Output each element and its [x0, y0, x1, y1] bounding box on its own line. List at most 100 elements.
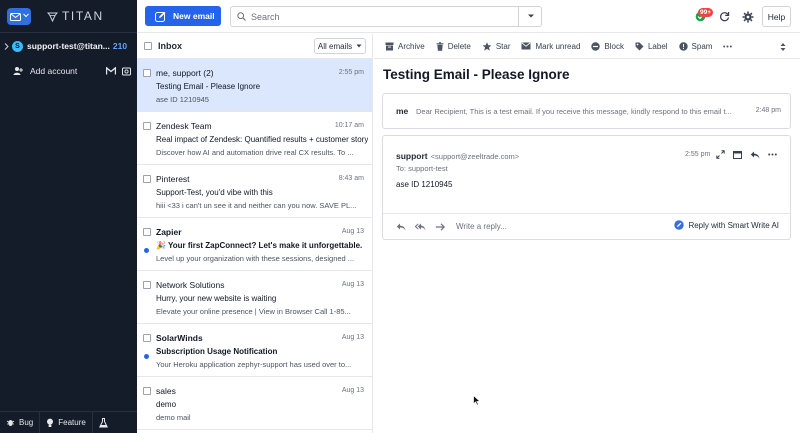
- feature-request-button[interactable]: Feature: [40, 411, 93, 433]
- block-icon: [591, 41, 601, 51]
- sender-name: support: [396, 151, 428, 161]
- titan-mail-app: TITAN S support-test@titan... 210 Add ac…: [0, 0, 800, 433]
- label-label: Label: [647, 41, 668, 51]
- forward-icon[interactable]: [435, 222, 445, 231]
- collapsed-time: 2:48 pm: [755, 107, 781, 114]
- label-button[interactable]: Label: [635, 42, 668, 51]
- mail-date: 2:55 pm: [338, 69, 364, 76]
- unread-dot-icon: [144, 354, 149, 359]
- search-divider: [518, 7, 519, 26]
- mail-list-item[interactable]: SolarWinds Aug 13 Subscription Usage Notif…: [137, 324, 372, 377]
- search-input[interactable]: Search: [251, 12, 280, 22]
- mail-checkbox[interactable]: [143, 69, 151, 77]
- mail-sender: Zapier: [156, 227, 182, 237]
- search-box[interactable]: Search: [230, 6, 542, 27]
- expand-icon[interactable]: [716, 150, 725, 159]
- mail-snippet: demo mail: [156, 413, 191, 422]
- account-row[interactable]: S support-test@titan... 210: [0, 37, 137, 55]
- delete-button[interactable]: Delete: [436, 42, 471, 51]
- reply-icon[interactable]: [396, 223, 406, 231]
- spam-label: Spam: [691, 41, 713, 51]
- top-bar: New email Search 99+ Help: [137, 0, 800, 33]
- block-button[interactable]: Block: [591, 42, 624, 51]
- gear-icon[interactable]: [742, 11, 754, 23]
- star-icon: [482, 41, 492, 51]
- more-options-icon[interactable]: [768, 153, 777, 156]
- mail-sender: Network Solutions: [156, 280, 225, 290]
- select-all-checkbox[interactable]: [144, 42, 152, 50]
- mail-date: Aug 13: [341, 228, 364, 235]
- mail-list-item[interactable]: Pinterest 8:43 am Support-Test, you'd vibe…: [137, 165, 372, 218]
- mail-snippet: ase ID 1210945: [156, 95, 209, 104]
- gmail-icon[interactable]: [106, 67, 116, 75]
- star-label: Star: [495, 41, 511, 51]
- mail-date: Aug 13: [341, 387, 364, 394]
- mail-list-item[interactable]: me, support (2) 2:55 pm Testing Email - Pl…: [137, 59, 372, 112]
- mail-snippet: Your Heroku application zephyr-support h…: [156, 360, 352, 369]
- bug-report-button[interactable]: Bug: [0, 411, 41, 433]
- mail-checkbox[interactable]: [143, 228, 151, 236]
- refresh-icon[interactable]: [719, 11, 730, 22]
- spam-button[interactable]: Spam: [678, 41, 713, 51]
- mail-list-item[interactable]: Network Solutions Aug 13 Hurry, your new w…: [137, 271, 372, 324]
- message-body: ase ID 1210945: [396, 180, 453, 189]
- notification-badge: 99+: [698, 8, 714, 17]
- mail-snippet: Level up your organization with these se…: [156, 254, 355, 263]
- collapsed-message[interactable]: me Dear Recipient, This is a test email.…: [382, 93, 791, 129]
- mail-subject: Support-Test, you'd vibe with this: [156, 188, 273, 197]
- account-name: support-test@titan...: [27, 41, 110, 51]
- add-account-label: Add account: [30, 66, 78, 76]
- add-account-row[interactable]: Add account: [13, 66, 131, 76]
- outlook-icon[interactable]: [122, 67, 131, 76]
- sender-line: support <support@zeeltrade.com>: [396, 151, 519, 161]
- mail-subject: 🎉 Your first ZapConnect? Let's make it u…: [156, 241, 363, 250]
- app-switcher-button[interactable]: [7, 8, 31, 25]
- mail-subject: Subscription Usage Notification: [156, 347, 278, 356]
- star-button[interactable]: Star: [482, 41, 511, 51]
- new-email-button[interactable]: New email: [145, 6, 221, 26]
- compose-icon: [155, 11, 166, 22]
- reply-icon[interactable]: [750, 151, 760, 159]
- mail-sender: SolarWinds: [156, 333, 203, 343]
- search-options-chevron-icon[interactable]: [527, 13, 535, 19]
- mail-list-item[interactable]: Zendesk Team 10:17 am Real impact of Zende…: [137, 112, 372, 165]
- envelope-icon: [521, 42, 531, 50]
- bug-icon: [6, 420, 15, 426]
- mail-rows: me, support (2) 2:55 pm Testing Email - Pl…: [137, 59, 372, 430]
- unread-count: 210: [112, 41, 128, 51]
- more-options-icon[interactable]: [723, 45, 733, 48]
- help-button[interactable]: Help: [762, 6, 791, 27]
- mail-checkbox[interactable]: [143, 334, 151, 342]
- labs-button[interactable]: [93, 412, 114, 433]
- smart-write-label: Reply with Smart Write AI: [688, 220, 779, 230]
- trash-icon: [436, 41, 444, 51]
- mark-unread-button[interactable]: Mark unread: [521, 42, 580, 51]
- mail-checkbox[interactable]: [143, 122, 151, 130]
- archive-button[interactable]: Archive: [385, 42, 425, 51]
- filter-dropdown[interactable]: All emails: [314, 38, 366, 54]
- account-avatar: S: [12, 40, 23, 52]
- mail-list-item[interactable]: sales Aug 13 demo demo mail: [137, 377, 372, 430]
- mail-subject: Hurry, your new website is waiting: [156, 294, 277, 303]
- reply-all-icon[interactable]: [415, 222, 426, 231]
- search-icon: [237, 12, 246, 21]
- spam-icon: [678, 41, 688, 51]
- mouse-cursor-icon: [473, 395, 481, 406]
- archive-label: Archive: [398, 41, 425, 51]
- mail-checkbox[interactable]: [143, 387, 151, 395]
- smart-write-button[interactable]: Reply with Smart Write AI: [674, 220, 779, 230]
- filter-label: All emails: [317, 41, 353, 51]
- mail-list-item[interactable]: Zapier Aug 13 🎉 Your first ZapConnect? Let…: [137, 218, 372, 271]
- popout-window-icon[interactable]: [733, 150, 742, 159]
- titan-logo-icon: [47, 12, 58, 22]
- chevron-right-icon: [4, 42, 9, 50]
- reply-input[interactable]: Write a reply...: [456, 222, 507, 231]
- expand-collapse-icon[interactable]: [780, 42, 786, 52]
- mail-snippet: Elevate your online presence | View in B…: [156, 307, 351, 316]
- sidebar-footer: Bug Feature: [0, 411, 137, 433]
- mail-sender: sales: [156, 386, 176, 396]
- mail-checkbox[interactable]: [143, 175, 151, 183]
- mail-date: Aug 13: [341, 334, 364, 341]
- recipient-line: To: support-test: [396, 164, 448, 173]
- mail-checkbox[interactable]: [143, 281, 151, 289]
